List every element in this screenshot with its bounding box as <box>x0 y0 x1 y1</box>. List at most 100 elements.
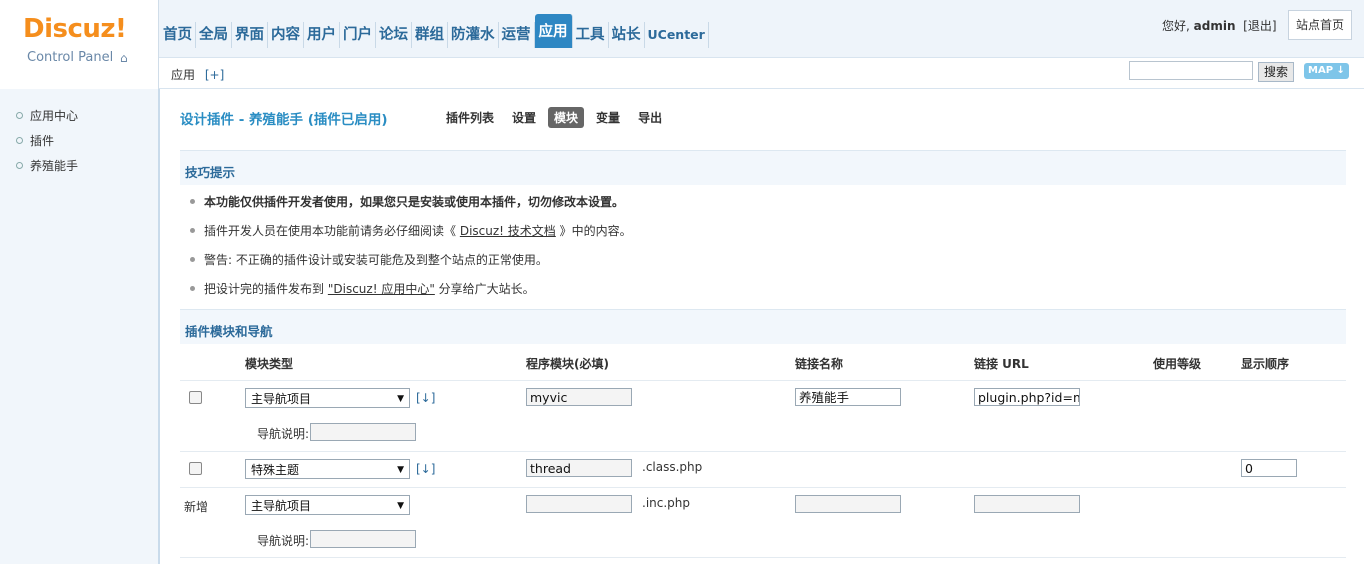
main-content: 设计插件 - 养殖能手 (插件已启用) 插件列表 设置 模块 变量 导出 技巧提… <box>160 89 1364 564</box>
new-row-label: 新增 <box>184 500 209 514</box>
tip-text: 插件开发人员在使用本功能前请务必仔细阅读《 <box>204 224 457 238</box>
nav-desc-label: 导航说明: <box>257 427 310 441</box>
col-link-name: 链接名称 <box>795 357 844 371</box>
col-user-level: 使用等级 <box>1153 357 1202 371</box>
tab-plugin-list[interactable]: 插件列表 <box>440 107 500 128</box>
docs-link[interactable]: Discuz! 技术文档 <box>460 224 556 238</box>
dropdown-arrow-icon: ▼ <box>397 501 404 511</box>
nav-users[interactable]: 用户 <box>304 22 340 48</box>
tips-heading-text: 技巧提示 <box>185 165 236 180</box>
tip-item: 把设计完的插件发布到 "Discuz! 应用中心" 分享给广大站长。 <box>190 280 535 297</box>
divider <box>180 487 1346 488</box>
tip-text: 警告: 不正确的插件设计或安装可能危及到整个站点的正常使用。 <box>204 253 548 267</box>
sidebar-item-app-center[interactable]: 应用中心 <box>16 107 78 124</box>
program-module-input[interactable]: myvic <box>526 388 632 406</box>
link-name-input[interactable]: 养殖能手 <box>795 388 901 406</box>
nav-global[interactable]: 全局 <box>196 22 232 48</box>
tip-item: 本功能仅供插件开发者使用，如果您只是安装或使用本插件，切勿修改本设置。 <box>190 193 624 210</box>
add-shortcut-link[interactable]: [+] <box>205 68 224 82</box>
sidebar-item-label: 插件 <box>30 134 55 148</box>
tab-variables[interactable]: 变量 <box>590 107 626 128</box>
move-down-link[interactable]: [↓] <box>416 391 435 405</box>
username: admin <box>1193 19 1236 33</box>
tab-settings[interactable]: 设置 <box>506 107 542 128</box>
divider <box>180 451 1346 452</box>
breadcrumb: 应用 [+] <box>171 66 224 83</box>
nav-tools[interactable]: 工具 <box>573 22 609 48</box>
sidebar-item-plugins[interactable]: 插件 <box>16 132 54 149</box>
top-header: 首页 全局 界面 内容 用户 门户 论坛 群组 防灌水 运营 应用 工具 站长 … <box>0 0 1364 58</box>
module-type-select[interactable]: 主导航项目 ▼ <box>245 388 410 408</box>
nav-home[interactable]: 首页 <box>160 22 196 48</box>
nav-desc-input[interactable] <box>310 423 416 441</box>
link-name-input[interactable] <box>795 495 901 513</box>
nav-content[interactable]: 内容 <box>268 22 304 48</box>
nav-group[interactable]: 群组 <box>412 22 448 48</box>
link-url-input[interactable] <box>974 495 1080 513</box>
sidebar: 应用中心 插件 养殖能手 <box>0 89 160 564</box>
nav-ucenter[interactable]: UCenter <box>645 22 709 48</box>
logout-link[interactable]: [退出] <box>1243 19 1276 33</box>
search-button[interactable]: 搜索 <box>1258 62 1294 82</box>
sidebar-item-label: 养殖能手 <box>30 159 79 173</box>
module-suffix: .class.php <box>642 460 703 474</box>
dropdown-arrow-icon: ▼ <box>397 394 404 404</box>
breadcrumb-label: 应用 <box>171 68 196 82</box>
tip-text: 把设计完的插件发布到 <box>204 282 325 296</box>
tab-modules[interactable]: 模块 <box>548 107 585 128</box>
bullet-icon <box>16 137 23 144</box>
nav-webmaster[interactable]: 站长 <box>609 22 645 48</box>
nav-desc-label: 导航说明: <box>257 534 310 548</box>
select-value: 特殊主题 <box>251 463 300 477</box>
nav-antispam[interactable]: 防灌水 <box>448 22 499 48</box>
logo-text: Discuz! <box>23 14 127 44</box>
program-module-input[interactable]: thread <box>526 459 632 477</box>
top-nav: 首页 全局 界面 内容 用户 门户 论坛 群组 防灌水 运营 应用 工具 站长 … <box>160 14 709 48</box>
divider <box>180 380 1346 381</box>
display-order-input[interactable]: 0 <box>1241 459 1297 477</box>
nav-interface[interactable]: 界面 <box>232 22 268 48</box>
nav-operation[interactable]: 运营 <box>499 22 535 48</box>
col-module-type: 模块类型 <box>245 357 294 371</box>
col-program-module: 程序模块(必填) <box>526 357 609 371</box>
app-center-link[interactable]: "Discuz! 应用中心" <box>328 282 435 296</box>
select-value: 主导航项目 <box>251 499 312 513</box>
site-home-button[interactable]: 站点首页 <box>1288 10 1352 40</box>
module-type-select[interactable]: 特殊主题 ▼ <box>245 459 410 479</box>
row-checkbox[interactable] <box>189 462 202 475</box>
sidebar-item-plugin-current[interactable]: 养殖能手 <box>16 157 78 174</box>
tip-item: 警告: 不正确的插件设计或安装可能危及到整个站点的正常使用。 <box>190 251 548 268</box>
bullet-icon <box>190 257 195 262</box>
col-link-url: 链接 URL <box>974 357 1029 371</box>
map-button[interactable]: MAP ↓ <box>1304 63 1349 79</box>
greeting: 您好, admin [退出] <box>1162 17 1277 34</box>
program-module-input[interactable] <box>526 495 632 513</box>
logo[interactable]: Discuz! Control Panel ⌂ <box>0 0 159 89</box>
divider <box>180 557 1346 558</box>
move-down-link[interactable]: [↓] <box>416 462 435 476</box>
dropdown-arrow-icon: ▼ <box>397 465 404 475</box>
plugin-tabs: 插件列表 设置 模块 变量 导出 <box>440 107 674 128</box>
module-type-select[interactable]: 主导航项目 ▼ <box>245 495 410 515</box>
nav-forum[interactable]: 论坛 <box>376 22 412 48</box>
bullet-icon <box>16 112 23 119</box>
row-checkbox[interactable] <box>189 391 202 404</box>
nav-desc-input[interactable] <box>310 530 416 548</box>
tips-heading: 技巧提示 <box>180 150 1346 185</box>
nav-portal[interactable]: 门户 <box>340 22 376 48</box>
col-display-order: 显示顺序 <box>1241 357 1290 371</box>
search-input[interactable] <box>1129 61 1253 80</box>
tip-text: 分享给广大站长。 <box>438 282 535 296</box>
breadcrumb-bar: 应用 [+] 搜索 MAP ↓ <box>159 58 1364 89</box>
greeting-text: 您好, <box>1162 19 1190 33</box>
nav-apps[interactable]: 应用 <box>534 14 573 48</box>
bullet-icon <box>190 286 195 291</box>
bullet-icon <box>190 228 195 233</box>
module-suffix: .inc.php <box>642 496 691 510</box>
link-url-input[interactable]: plugin.php?id=m <box>974 388 1080 406</box>
home-icon: ⌂ <box>120 51 128 65</box>
tab-export[interactable]: 导出 <box>632 107 668 128</box>
logo-subtitle: Control Panel <box>27 50 114 65</box>
tip-text: 本功能仅供插件开发者使用，如果您只是安装或使用本插件，切勿修改本设置。 <box>204 195 625 209</box>
tip-item: 插件开发人员在使用本功能前请务必仔细阅读《 Discuz! 技术文档 》中的内容… <box>190 222 632 239</box>
